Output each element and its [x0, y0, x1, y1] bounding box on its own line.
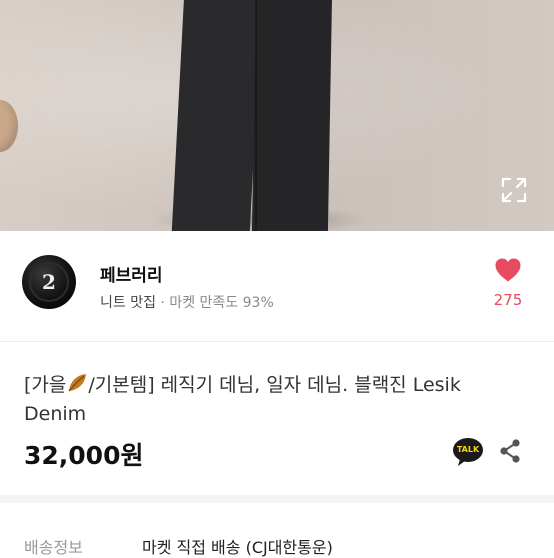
shipping-label: 배송정보 — [24, 538, 83, 557]
section-divider — [0, 495, 554, 503]
product-title: [가을 /기본템] 레직기 데님, 일자 데님. 블랙진 Lesik Denim — [24, 371, 524, 429]
shipping-value: 마켓 직접 배송 (CJ대한통운) — [142, 538, 333, 557]
market-satisfaction: 마켓 만족도 93% — [169, 295, 274, 311]
talk-button[interactable]: TALK — [452, 437, 484, 467]
expand-icon — [501, 177, 527, 203]
jeans-right-leg — [251, 0, 333, 231]
heart-icon — [495, 258, 521, 282]
title-rest: /기본템] 레직기 데님, 일자 데님. 블랙진 Lesik Denim — [24, 374, 461, 425]
title-prefix: [가을 — [24, 374, 67, 396]
jeans-left-leg — [171, 0, 263, 231]
share-icon — [500, 439, 520, 463]
share-button[interactable] — [498, 438, 522, 464]
like-button[interactable]: 275 — [488, 257, 528, 309]
autumn-leaf-icon — [68, 374, 87, 392]
seller-info: 2 페브러리 니트 맛집 · 마켓 만족도 93% 275 — [0, 231, 554, 342]
seller-avatar[interactable]: 2 — [22, 255, 76, 309]
seller-subtitle: 니트 맛집 · 마켓 만족도 93% — [100, 292, 274, 312]
seller-name[interactable]: 페브러리 — [100, 261, 163, 286]
avatar-logo: 2 — [29, 262, 69, 302]
seller-tagline: 니트 맛집 — [100, 295, 156, 311]
product-price: 32,000원 — [24, 441, 144, 470]
jeans-seam — [255, 0, 257, 231]
talk-label: TALK — [456, 445, 480, 454]
separator: · — [155, 295, 170, 311]
avatar-glyph: 2 — [42, 270, 56, 294]
expand-image-button[interactable] — [500, 176, 528, 204]
like-count: 275 — [493, 291, 523, 309]
product-image[interactable] — [0, 0, 554, 231]
